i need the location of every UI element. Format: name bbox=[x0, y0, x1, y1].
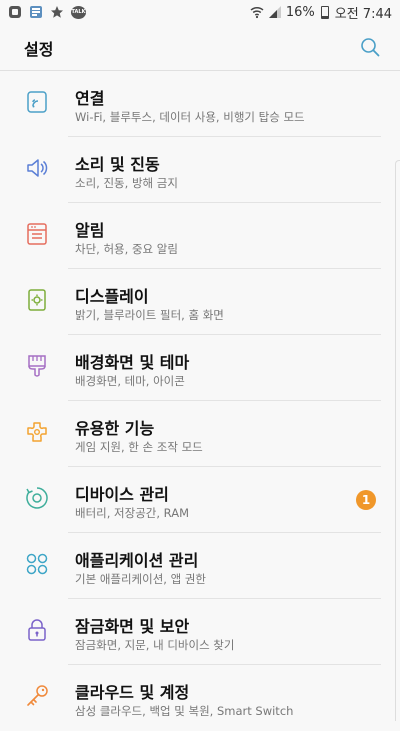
settings-list: 연결 Wi-Fi, 블루투스, 데이터 사용, 비행기 탑승 모드 소리 및 진… bbox=[0, 71, 400, 731]
wifi-icon bbox=[250, 5, 264, 19]
settings-item-title: 알림 bbox=[75, 221, 105, 240]
status-right: 16% 오전 7:44 bbox=[250, 3, 400, 22]
battery-icon bbox=[320, 5, 329, 19]
settings-item-sound[interactable]: 소리 및 진동 소리, 진동, 방해 금지 bbox=[0, 137, 400, 203]
settings-item-subtitle: Wi-Fi, 블루투스, 데이터 사용, 비행기 탑승 모드 bbox=[75, 110, 305, 124]
settings-item-lock-screen-security[interactable]: 잠금화면 및 보안 잠금화면, 지문, 내 디바이스 찾기 bbox=[0, 599, 400, 665]
settings-item-notifications[interactable]: 알림 차단, 허용, 중요 알림 bbox=[0, 203, 400, 269]
puzzle-icon bbox=[24, 419, 50, 445]
display-icon bbox=[24, 287, 50, 313]
settings-item-title: 소리 및 진동 bbox=[75, 155, 160, 174]
settings-item-advanced-features[interactable]: 유용한 기능 게임 지원, 한 손 조작 모드 bbox=[0, 401, 400, 467]
settings-item-title: 디스플레이 bbox=[75, 287, 149, 306]
notification-badge: 1 bbox=[356, 490, 376, 510]
battery-percent: 16% bbox=[285, 4, 315, 20]
settings-item-connections[interactable]: 연결 Wi-Fi, 블루투스, 데이터 사용, 비행기 탑승 모드 bbox=[0, 71, 400, 137]
connections-icon bbox=[24, 89, 50, 115]
settings-item-title: 잠금화면 및 보안 bbox=[75, 617, 190, 636]
device-maintenance-icon bbox=[24, 485, 50, 511]
settings-item-subtitle: 차단, 허용, 중요 알림 bbox=[75, 242, 178, 256]
settings-item-subtitle: 게임 지원, 한 손 조작 모드 bbox=[75, 440, 203, 454]
settings-item-title: 클라우드 및 계정 bbox=[75, 683, 190, 702]
app-bar: 설정 bbox=[0, 24, 400, 71]
settings-item-display[interactable]: 디스플레이 밝기, 블루라이트 필터, 홈 화면 bbox=[0, 269, 400, 335]
settings-item-subtitle: 소리, 진동, 방해 금지 bbox=[75, 176, 178, 190]
app-notification-icon bbox=[8, 5, 22, 19]
settings-item-subtitle: 배터리, 저장공간, RAM bbox=[75, 506, 189, 520]
settings-item-applications[interactable]: 애플리케이션 관리 기본 애플리케이션, 앱 권한 bbox=[0, 533, 400, 599]
settings-item-title: 배경화면 및 테마 bbox=[75, 353, 190, 372]
settings-item-title: 유용한 기능 bbox=[75, 419, 155, 438]
settings-item-title: 디바이스 관리 bbox=[75, 485, 169, 504]
settings-item-device-maintenance[interactable]: 디바이스 관리 배터리, 저장공간, RAM 1 bbox=[0, 467, 400, 533]
status-bar: TALK 16% 오전 7:44 bbox=[0, 0, 400, 24]
brush-icon bbox=[24, 353, 50, 379]
key-icon bbox=[24, 683, 50, 709]
settings-item-title: 연결 bbox=[75, 89, 105, 108]
page-title: 설정 bbox=[24, 40, 54, 59]
settings-item-subtitle: 잠금화면, 지문, 내 디바이스 찾기 bbox=[75, 638, 235, 652]
apps-icon bbox=[24, 551, 50, 577]
status-left: TALK bbox=[0, 5, 86, 19]
star-icon bbox=[50, 5, 64, 19]
scroll-edge bbox=[395, 160, 400, 721]
settings-item-subtitle: 배경화면, 테마, 아이콘 bbox=[75, 374, 185, 388]
settings-item-wallpaper-themes[interactable]: 배경화면 및 테마 배경화면, 테마, 아이콘 bbox=[0, 335, 400, 401]
notification-icon bbox=[24, 221, 50, 247]
app-grid-icon bbox=[29, 5, 43, 19]
search-button[interactable] bbox=[360, 37, 380, 57]
settings-item-subtitle: 밝기, 블루라이트 필터, 홈 화면 bbox=[75, 308, 224, 322]
settings-item-title: 애플리케이션 관리 bbox=[75, 551, 199, 570]
clock: 오전 7:44 bbox=[334, 6, 392, 22]
settings-item-cloud-accounts[interactable]: 클라우드 및 계정 삼성 클라우드, 백업 및 복원, Smart Switch bbox=[0, 665, 400, 731]
speaker-icon bbox=[24, 155, 50, 181]
lock-icon bbox=[24, 617, 50, 643]
search-icon bbox=[361, 38, 380, 57]
talk-icon: TALK bbox=[71, 5, 86, 19]
settings-item-subtitle: 삼성 클라우드, 백업 및 복원, Smart Switch bbox=[75, 704, 294, 718]
signal-icon bbox=[268, 5, 282, 19]
settings-item-subtitle: 기본 애플리케이션, 앱 권한 bbox=[75, 572, 207, 586]
